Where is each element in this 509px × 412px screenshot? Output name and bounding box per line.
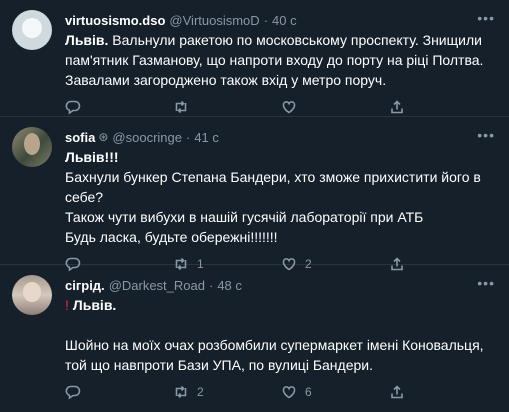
avatar[interactable] [12, 127, 52, 167]
reply-icon [65, 100, 81, 115]
share-icon [391, 100, 403, 114]
share-icon [391, 385, 403, 399]
retweet-icon [175, 100, 187, 114]
tweet-header: сігрід. @Darkest_Road · 48 с [65, 275, 497, 295]
separator-dot: · [185, 129, 191, 145]
more-options-icon[interactable]: ••• [477, 127, 495, 143]
like-count: 6 [305, 385, 312, 399]
timestamp[interactable]: 41 с [194, 130, 219, 145]
heart-icon [282, 386, 296, 399]
timestamp[interactable]: 48 с [217, 278, 242, 293]
tweet[interactable]: сігрід. @Darkest_Road · 48 с ••• ! Львів.… [0, 265, 509, 412]
retweet-icon [175, 385, 187, 399]
share-button[interactable] [389, 99, 497, 115]
tweet[interactable]: virtuosismo.dso @VirtuosismoD · 40 с •••… [0, 0, 509, 117]
tweet-actions: 2 6 [65, 375, 497, 409]
tweet-body: Бахнули бункер Степана Бандери, хто змож… [65, 169, 481, 245]
tweet-text: Львів!!! Бахнули бункер Степана Бандери,… [65, 147, 497, 247]
reply-button[interactable] [65, 384, 173, 400]
display-name[interactable]: sofia [65, 130, 95, 145]
user-handle[interactable]: @soocringe [112, 130, 182, 145]
tweet-lead: Львів!!! [65, 149, 119, 165]
avatar[interactable] [12, 275, 52, 315]
timestamp[interactable]: 40 с [272, 13, 297, 28]
display-name[interactable]: virtuosismo.dso [65, 13, 165, 28]
tweet-header: virtuosismo.dso @VirtuosismoD · 40 с [65, 10, 497, 30]
user-handle[interactable]: @VirtuosismoD [169, 13, 259, 28]
tweet-lead: Львів. [65, 32, 109, 48]
exclamation-icon: ! [65, 297, 69, 313]
reply-icon [65, 385, 81, 400]
share-button[interactable] [389, 384, 497, 400]
separator-dot: · [208, 277, 214, 293]
tweet-body: Шойно на моїх очах розбомбили супермарке… [65, 337, 484, 373]
tweet-text: Львів. Вальнули ракетою по московському … [65, 30, 497, 90]
tweet[interactable]: sofia ⊛ @soocringe · 41 с ••• Львів!!! Б… [0, 117, 509, 272]
like-button[interactable]: 6 [281, 384, 389, 400]
retweet-button[interactable] [173, 99, 281, 115]
profile-badge-icon: ⊛ [98, 130, 109, 144]
like-button[interactable] [281, 99, 389, 115]
retweet-button[interactable]: 2 [173, 384, 281, 400]
avatar[interactable] [12, 10, 52, 50]
reply-button[interactable] [65, 99, 173, 115]
heart-icon [282, 101, 296, 114]
separator-dot: · [263, 12, 269, 28]
tweet-lead: Львів. [72, 297, 117, 313]
retweet-count: 2 [197, 385, 204, 399]
tweet-body: Вальнули ракетою по московському проспек… [65, 32, 488, 88]
more-options-icon[interactable]: ••• [477, 10, 495, 26]
more-options-icon[interactable]: ••• [477, 275, 495, 291]
display-name[interactable]: сігрід. [65, 278, 105, 293]
user-handle[interactable]: @Darkest_Road [109, 278, 205, 293]
tweet-text: ! Львів. Шойно на моїх очах розбомбили су… [65, 295, 497, 375]
tweet-header: sofia ⊛ @soocringe · 41 с [65, 127, 497, 147]
